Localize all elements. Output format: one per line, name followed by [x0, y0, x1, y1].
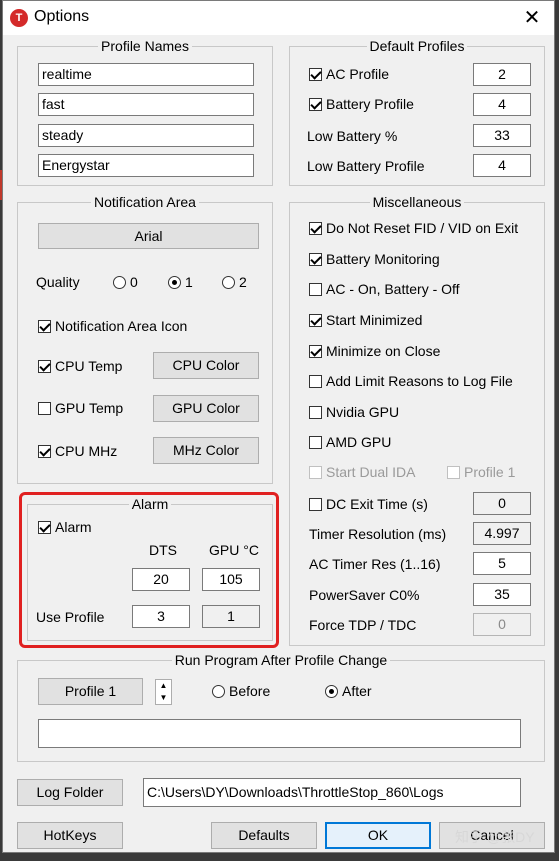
- start-minimized-checkbox[interactable]: Start Minimized: [309, 312, 422, 328]
- run-program-label: Run Program After Profile Change: [171, 652, 391, 668]
- low-battery-pct-label: Low Battery %: [307, 128, 398, 144]
- minimize-on-close-checkbox[interactable]: Minimize on Close: [309, 343, 440, 359]
- dc-exit-time-checkbox[interactable]: DC Exit Time (s): [309, 496, 428, 512]
- gpu-color-button[interactable]: GPU Color: [153, 395, 259, 422]
- profile-name-field-4[interactable]: Energystar: [38, 154, 254, 177]
- checkbox-icon: [309, 374, 322, 388]
- checkbox-icon: [309, 221, 322, 235]
- log-path-field[interactable]: C:\Users\DY\Downloads\ThrottleStop_860\L…: [143, 778, 521, 807]
- miscellaneous-label: Miscellaneous: [369, 194, 465, 210]
- checkbox-icon: [309, 465, 322, 479]
- radio-selected-icon: [325, 684, 338, 698]
- checkbox-icon: [309, 405, 322, 419]
- profile-name-field-3[interactable]: steady: [38, 124, 254, 147]
- dual-ida-profile-1-checkbox[interactable]: Profile 1: [447, 464, 515, 480]
- amd-gpu-checkbox[interactable]: AMD GPU: [309, 434, 391, 450]
- profile-names-label: Profile Names: [98, 38, 192, 54]
- alarm-highlight-annotation: [19, 492, 279, 648]
- checkbox-icon: [447, 465, 460, 479]
- run-after-radio[interactable]: After: [325, 683, 372, 699]
- spin-down-icon[interactable]: ▼: [156, 692, 171, 704]
- quality-radio-0[interactable]: 0: [113, 274, 138, 290]
- profile-spinner[interactable]: ▲ ▼: [155, 679, 172, 705]
- mhz-color-button[interactable]: MHz Color: [153, 437, 259, 464]
- radio-selected-icon: [168, 275, 181, 289]
- checkbox-icon: [309, 282, 322, 296]
- no-reset-fid-vid-checkbox[interactable]: Do Not Reset FID / VID on Exit: [309, 220, 518, 236]
- quality-label: Quality: [36, 274, 80, 290]
- checkbox-icon: [38, 401, 51, 415]
- run-profile-button[interactable]: Profile 1: [38, 678, 143, 705]
- run-program-command-input[interactable]: [38, 719, 521, 748]
- window-title: Options: [34, 8, 90, 25]
- font-button[interactable]: Arial: [38, 223, 259, 249]
- profile-name-field-1[interactable]: realtime: [38, 63, 254, 86]
- notification-area-label: Notification Area: [91, 194, 199, 210]
- profile-name-field-2[interactable]: fast: [38, 93, 254, 116]
- hotkeys-button[interactable]: HotKeys: [17, 822, 123, 849]
- force-tdp-label: Force TDP / TDC: [309, 617, 417, 633]
- watermark: 知乎 @张DY: [455, 829, 535, 845]
- options-window: T Options ✕ Profile Names realtime fast …: [2, 0, 555, 853]
- log-folder-button[interactable]: Log Folder: [17, 779, 123, 806]
- ac-timer-res-input[interactable]: 5: [473, 552, 531, 575]
- radio-icon: [113, 275, 126, 289]
- checkbox-icon: [309, 97, 322, 111]
- run-before-radio[interactable]: Before: [212, 683, 270, 699]
- powersaver-label: PowerSaver C0%: [309, 587, 420, 603]
- low-battery-pct-input[interactable]: 33: [473, 124, 531, 147]
- checkbox-icon: [309, 252, 322, 266]
- title-bar: T Options ✕: [3, 1, 554, 35]
- low-battery-profile-label: Low Battery Profile: [307, 158, 425, 174]
- ac-profile-input[interactable]: 2: [473, 63, 531, 86]
- checkbox-icon: [309, 344, 322, 358]
- force-tdp-input[interactable]: 0: [473, 613, 531, 636]
- default-profiles-label: Default Profiles: [366, 38, 468, 54]
- checkbox-icon: [38, 359, 51, 373]
- cpu-mhz-checkbox[interactable]: CPU MHz: [38, 443, 117, 459]
- checkbox-icon: [309, 313, 322, 327]
- radio-icon: [212, 684, 225, 698]
- timer-resolution-label: Timer Resolution (ms): [309, 526, 447, 542]
- powersaver-input[interactable]: 35: [473, 583, 531, 606]
- app-icon: T: [10, 9, 28, 27]
- close-icon[interactable]: ✕: [510, 1, 554, 35]
- radio-icon: [222, 275, 235, 289]
- ac-timer-res-label: AC Timer Res (1..16): [309, 556, 441, 572]
- defaults-button[interactable]: Defaults: [211, 822, 317, 849]
- spin-up-icon[interactable]: ▲: [156, 680, 171, 692]
- checkbox-icon: [309, 435, 322, 449]
- dc-exit-time-input[interactable]: 0: [473, 492, 531, 515]
- battery-monitoring-checkbox[interactable]: Battery Monitoring: [309, 251, 440, 267]
- gpu-temp-checkbox[interactable]: GPU Temp: [38, 400, 123, 416]
- battery-profile-input[interactable]: 4: [473, 93, 531, 116]
- limit-reasons-log-checkbox[interactable]: Add Limit Reasons to Log File: [309, 373, 513, 389]
- start-dual-ida-checkbox[interactable]: Start Dual IDA: [309, 464, 415, 480]
- checkbox-icon: [309, 497, 322, 511]
- checkbox-icon: [38, 319, 51, 333]
- notification-icon-checkbox[interactable]: Notification Area Icon: [38, 318, 187, 334]
- checkbox-icon: [309, 67, 322, 81]
- miscellaneous-group: Miscellaneous: [289, 194, 545, 646]
- battery-profile-checkbox[interactable]: Battery Profile: [309, 96, 414, 112]
- nvidia-gpu-checkbox[interactable]: Nvidia GPU: [309, 404, 399, 420]
- checkbox-icon: [38, 444, 51, 458]
- ac-profile-checkbox[interactable]: AC Profile: [309, 66, 389, 82]
- timer-resolution-value: 4.997: [473, 522, 531, 545]
- cpu-temp-checkbox[interactable]: CPU Temp: [38, 358, 122, 374]
- ok-button[interactable]: OK: [325, 822, 431, 849]
- low-battery-profile-input[interactable]: 4: [473, 154, 531, 177]
- quality-radio-1[interactable]: 1: [168, 274, 193, 290]
- quality-radio-2[interactable]: 2: [222, 274, 247, 290]
- ac-on-battery-off-checkbox[interactable]: AC - On, Battery - Off: [309, 281, 460, 297]
- cpu-color-button[interactable]: CPU Color: [153, 352, 259, 379]
